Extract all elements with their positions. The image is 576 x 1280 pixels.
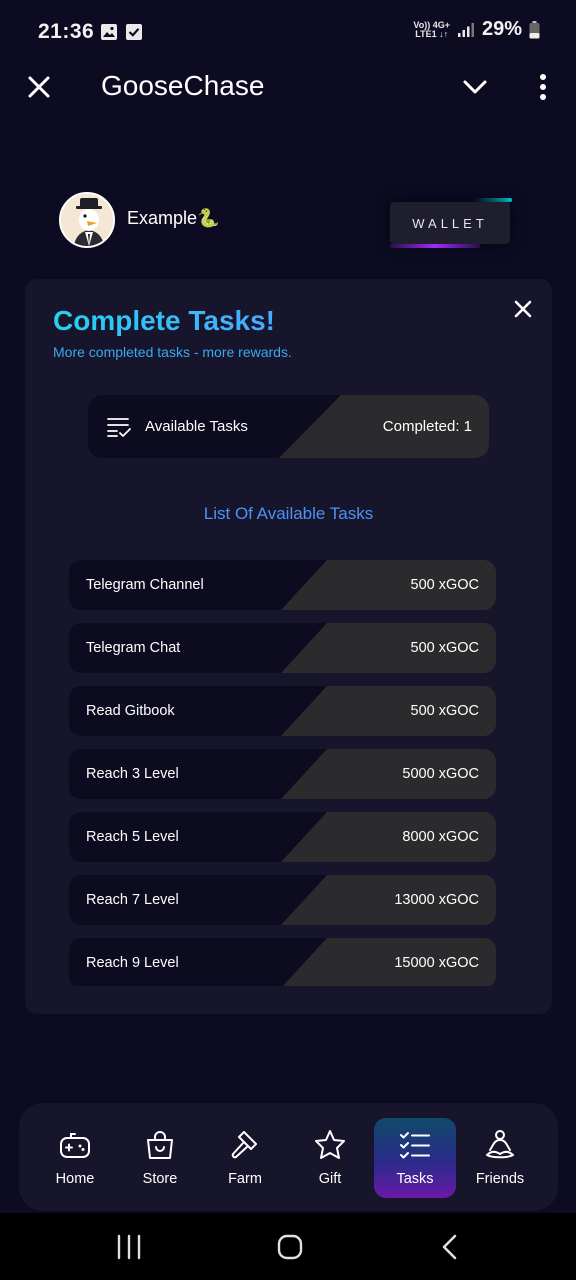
list-title: List Of Available Tasks	[203, 504, 374, 523]
chevron-down-icon[interactable]	[460, 74, 490, 100]
task-name: Read Gitbook	[86, 703, 175, 719]
card-subtitle: More completed tasks - more rewards.	[53, 344, 292, 360]
nav-home[interactable]: Home	[34, 1118, 116, 1198]
checkbox-notification-icon	[126, 24, 142, 40]
task-name: Reach 3 Level	[86, 766, 179, 782]
more-vertical-icon[interactable]	[528, 72, 558, 102]
task-item[interactable]: Reach 9 Level 15000 xGOC	[69, 938, 496, 986]
bottom-nav: Home Store Farm Gift Tasks Friends	[19, 1103, 558, 1211]
nav-gift[interactable]: Gift	[289, 1118, 371, 1198]
nav-label: Farm	[228, 1171, 262, 1187]
task-item[interactable]: Telegram Chat 500 xGOC	[69, 623, 496, 673]
task-reward: 500 xGOC	[410, 577, 480, 593]
network-indicator: Vo)) 4G+ LTE1 ↓↑	[413, 20, 450, 39]
nav-friends[interactable]: Friends	[459, 1118, 541, 1198]
tasks-card: Complete Tasks! More completed tasks - m…	[25, 279, 552, 1014]
task-item[interactable]: Reach 3 Level 5000 xGOC	[69, 749, 496, 799]
nav-farm[interactable]: Farm	[204, 1118, 286, 1198]
nav-label: Friends	[475, 1171, 525, 1187]
status-right: Vo)) 4G+ LTE1 ↓↑ 29%	[413, 18, 540, 41]
card-title: Complete Tasks!	[53, 305, 275, 336]
task-name: Reach 7 Level	[86, 892, 179, 908]
nav-store[interactable]: Store	[119, 1118, 201, 1198]
task-item[interactable]: Reach 5 Level 8000 xGOC	[69, 812, 496, 862]
wallet-button[interactable]: WALLET	[390, 202, 510, 244]
completed-count: Completed: 1	[382, 418, 472, 435]
network-lte: LTE1 ↓↑	[415, 28, 449, 39]
back-icon[interactable]	[437, 1233, 465, 1261]
task-name: Reach 9 Level	[86, 955, 179, 971]
task-item[interactable]: Telegram Channel 500 xGOC	[69, 560, 496, 610]
close-icon[interactable]	[26, 74, 52, 100]
home-icon[interactable]	[276, 1233, 304, 1261]
close-icon[interactable]	[513, 299, 533, 319]
nav-label: Store	[142, 1171, 178, 1187]
task-item[interactable]: Read Gitbook 500 xGOC	[69, 686, 496, 736]
system-nav-bar	[0, 1213, 576, 1280]
task-reward: 500 xGOC	[410, 703, 480, 719]
app-title: GooseChase	[101, 70, 265, 101]
nav-tasks[interactable]: Tasks	[374, 1118, 456, 1198]
task-reward: 500 xGOC	[410, 640, 480, 656]
shopping-bag-icon	[147, 1131, 173, 1159]
battery-percent: 29%	[481, 18, 522, 40]
task-item[interactable]: Reach 7 Level 13000 xGOC	[69, 875, 496, 925]
summary-label: Available Tasks	[145, 418, 248, 435]
task-name: Telegram Channel	[86, 577, 204, 593]
meditation-icon	[486, 1130, 514, 1159]
task-reward: 15000 xGOC	[394, 955, 479, 971]
nav-label: Tasks	[396, 1171, 434, 1187]
nav-label: Gift	[318, 1171, 342, 1187]
wallet-glow-bottom	[390, 244, 480, 248]
username: Example🐍	[127, 208, 220, 228]
signal-icon	[457, 22, 474, 37]
task-list[interactable]: Telegram Channel 500 xGOC Telegram Chat …	[69, 560, 496, 986]
battery-icon	[529, 20, 540, 38]
status-time: 21:36	[38, 20, 95, 43]
status-bar: 21:36 Vo)) 4G+ LTE1 ↓↑ 29%	[0, 0, 576, 64]
task-name: Telegram Chat	[86, 640, 181, 656]
task-name: Reach 5 Level	[86, 829, 179, 845]
hammer-icon	[231, 1131, 257, 1159]
goose-avatar-icon	[61, 194, 113, 246]
task-reward: 5000 xGOC	[402, 766, 479, 782]
list-check-icon	[107, 418, 131, 437]
task-reward: 8000 xGOC	[402, 829, 479, 845]
app-header: GooseChase	[0, 64, 576, 110]
star-icon	[315, 1130, 345, 1159]
image-notification-icon	[101, 24, 117, 40]
recent-apps-icon[interactable]	[115, 1233, 143, 1261]
wallet-button-wrapper[interactable]: WALLET	[386, 198, 516, 250]
task-reward: 13000 xGOC	[394, 892, 479, 908]
nav-label: Home	[55, 1171, 95, 1187]
gamepad-icon	[60, 1133, 90, 1158]
avatar[interactable]	[59, 192, 115, 248]
tasks-summary: Available Tasks Completed: 1	[88, 395, 489, 458]
checklist-icon	[400, 1132, 430, 1159]
